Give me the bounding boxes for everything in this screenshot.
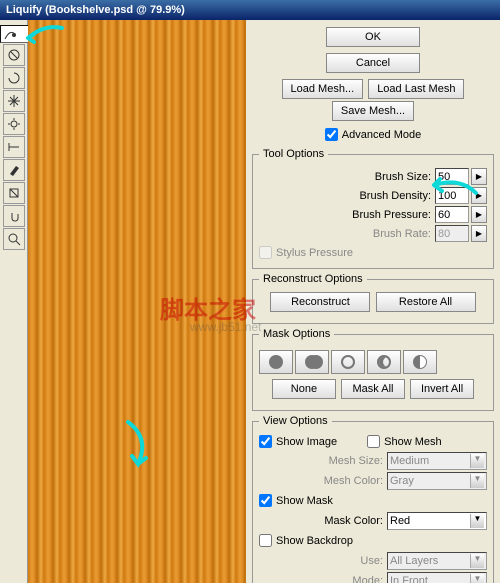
mask-intersect-icon[interactable]: [367, 350, 401, 374]
ok-button[interactable]: OK: [326, 27, 420, 47]
mesh-size-label: Mesh Size:: [329, 455, 383, 467]
invert-all-button[interactable]: Invert All: [410, 379, 474, 399]
mode-select: In Front▼: [387, 572, 487, 583]
brush-rate-input: [435, 225, 469, 242]
brush-rate-spinner[interactable]: ▶: [471, 225, 487, 242]
reconstruct-button[interactable]: Reconstruct: [270, 292, 370, 312]
freeze-mask-tool[interactable]: [3, 159, 25, 181]
reconstruct-tool[interactable]: [3, 44, 25, 66]
thaw-mask-tool[interactable]: [3, 182, 25, 204]
mask-subtract-icon[interactable]: [331, 350, 365, 374]
twirl-tool[interactable]: [3, 67, 25, 89]
brush-pressure-input[interactable]: [435, 206, 469, 223]
brush-pressure-spinner[interactable]: ▶: [471, 206, 487, 223]
mask-all-button[interactable]: Mask All: [341, 379, 405, 399]
stylus-pressure-checkbox: Stylus Pressure: [259, 246, 353, 259]
mask-options-group: Mask Options None Mask All Invert All: [252, 328, 494, 411]
show-image-checkbox[interactable]: Show Image: [259, 435, 337, 448]
restore-all-button[interactable]: Restore All: [376, 292, 476, 312]
window-titlebar: Liquify (Bookshelve.psd @ 79.9%): [0, 0, 500, 20]
show-mesh-checkbox[interactable]: Show Mesh: [367, 435, 441, 448]
mesh-size-select: Medium▼: [387, 452, 487, 470]
advanced-mode-checkbox[interactable]: Advanced Mode: [325, 128, 422, 141]
reconstruct-legend: Reconstruct Options: [259, 273, 367, 285]
mesh-color-select: Gray▼: [387, 472, 487, 490]
mask-none-button[interactable]: None: [272, 379, 336, 399]
mask-invert-icon[interactable]: [403, 350, 437, 374]
pucker-tool[interactable]: [3, 90, 25, 112]
brush-rate-label: Brush Rate:: [373, 228, 431, 240]
show-mask-checkbox[interactable]: Show Mask: [259, 494, 333, 507]
view-options-group: View Options Show Image Show Mesh Mesh S…: [252, 415, 494, 583]
mask-replace-icon[interactable]: [259, 350, 293, 374]
brush-density-label: Brush Density:: [359, 190, 431, 202]
view-options-legend: View Options: [259, 415, 332, 427]
use-select: All Layers▼: [387, 552, 487, 570]
brush-density-input[interactable]: [435, 187, 469, 204]
brush-size-spinner[interactable]: ▶: [471, 168, 487, 185]
brush-size-label: Brush Size:: [375, 171, 431, 183]
use-label: Use:: [360, 555, 383, 567]
mesh-color-label: Mesh Color:: [324, 475, 383, 487]
preview-canvas[interactable]: [28, 20, 246, 583]
document-image: [28, 20, 246, 583]
reconstruct-options-group: Reconstruct Options Reconstruct Restore …: [252, 273, 494, 324]
zoom-tool[interactable]: [3, 228, 25, 250]
brush-size-input[interactable]: [435, 168, 469, 185]
mask-color-select[interactable]: Red▼: [387, 512, 487, 530]
bloat-tool[interactable]: [3, 113, 25, 135]
push-left-tool[interactable]: [3, 136, 25, 158]
mask-options-legend: Mask Options: [259, 328, 334, 340]
brush-pressure-label: Brush Pressure:: [352, 209, 431, 221]
load-last-mesh-button[interactable]: Load Last Mesh: [368, 79, 464, 99]
hand-tool[interactable]: [3, 205, 25, 227]
mask-color-label: Mask Color:: [324, 515, 383, 527]
mask-add-icon[interactable]: [295, 350, 329, 374]
tool-options-group: Tool Options Brush Size: ▶ Brush Density:…: [252, 148, 494, 269]
options-panel: OK Cancel Load Mesh... Load Last Mesh Sa…: [246, 20, 500, 583]
brush-density-spinner[interactable]: ▶: [471, 187, 487, 204]
show-backdrop-checkbox[interactable]: Show Backdrop: [259, 534, 353, 547]
load-mesh-button[interactable]: Load Mesh...: [282, 79, 364, 99]
mode-label: Mode:: [352, 575, 383, 583]
tool-strip: [0, 20, 28, 583]
tool-options-legend: Tool Options: [259, 148, 328, 160]
save-mesh-button[interactable]: Save Mesh...: [332, 101, 414, 121]
cancel-button[interactable]: Cancel: [326, 53, 420, 73]
